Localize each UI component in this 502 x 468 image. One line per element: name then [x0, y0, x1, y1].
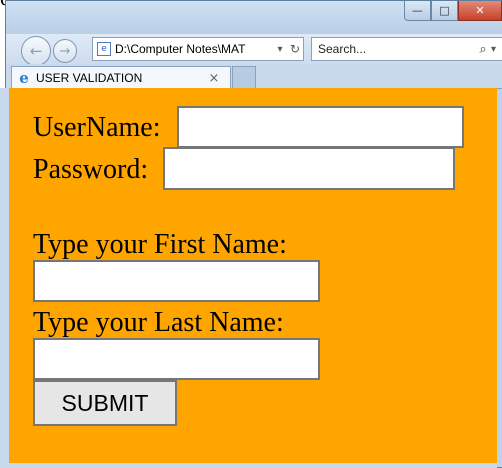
page-icon: e [97, 42, 111, 56]
content-frame-bottom [0, 463, 497, 468]
new-tab-button[interactable] [232, 66, 256, 89]
title-bar: — □ ✕ [6, 1, 502, 35]
minimize-button[interactable]: — [404, 1, 431, 21]
password-field[interactable] [163, 147, 455, 190]
last-name-label: Type your Last Name: [33, 307, 284, 338]
password-label: Password: [33, 154, 149, 185]
submit-button[interactable]: SUBMIT [33, 380, 177, 426]
internet-explorer-icon: e [19, 69, 29, 87]
maximize-button[interactable]: □ [431, 1, 458, 21]
tab-title: USER VALIDATION [36, 71, 143, 85]
refresh-icon[interactable]: ↻ [287, 42, 303, 56]
last-name-field[interactable] [33, 338, 320, 380]
back-arrow-icon: ← [29, 42, 43, 60]
close-button[interactable]: ✕ [458, 1, 502, 21]
page-content: UserName: Password: Type your First Name… [9, 88, 497, 463]
content-frame-left [0, 88, 9, 468]
search-input[interactable]: Search... [312, 42, 475, 56]
search-dropdown-icon[interactable]: ▾ [491, 44, 502, 55]
username-label: UserName: [33, 112, 161, 143]
forward-arrow-icon: → [59, 43, 71, 59]
search-icon[interactable]: ⌕ [475, 42, 491, 57]
first-name-field[interactable] [33, 260, 320, 302]
navigation-bar: ← → e D:\Computer Notes\MAT ▾ ↻ Search..… [6, 34, 502, 66]
username-field[interactable] [177, 106, 464, 148]
address-bar[interactable]: e D:\Computer Notes\MAT ▾ ↻ [92, 37, 304, 61]
address-text[interactable]: D:\Computer Notes\MAT [115, 42, 273, 56]
back-button[interactable]: ← [21, 36, 51, 66]
tab-close-icon[interactable]: × [206, 71, 222, 86]
tab-user-validation[interactable]: e USER VALIDATION × [11, 66, 231, 89]
window-controls: — □ ✕ [404, 1, 502, 23]
forward-button[interactable]: → [53, 39, 77, 63]
tab-bar: e USER VALIDATION × [6, 64, 502, 89]
search-box[interactable]: Search... ⌕ ▾ [311, 37, 502, 61]
first-name-label: Type your First Name: [33, 229, 287, 260]
address-dropdown-icon[interactable]: ▾ [273, 44, 287, 55]
